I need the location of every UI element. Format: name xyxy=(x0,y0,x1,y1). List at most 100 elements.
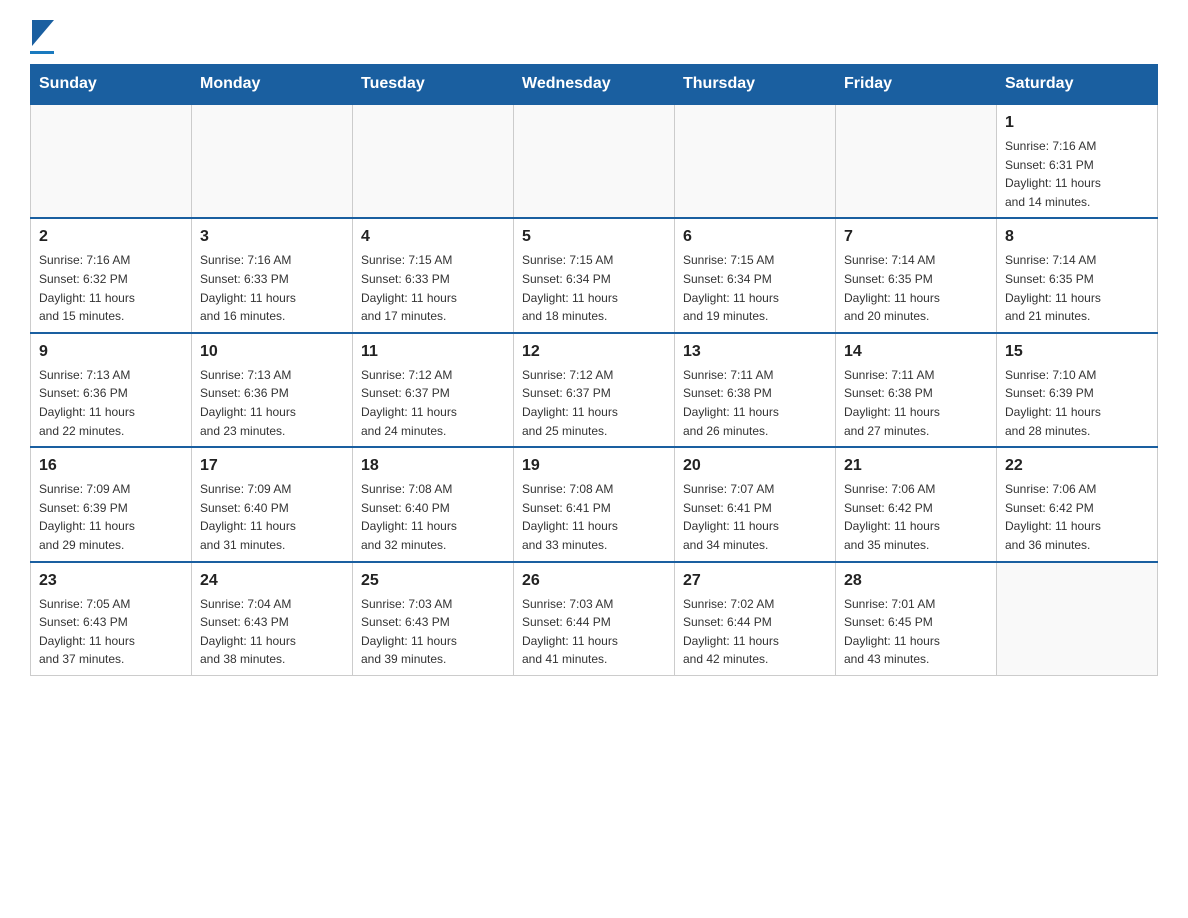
calendar-cell xyxy=(192,104,353,218)
calendar-cell: 24Sunrise: 7:04 AM Sunset: 6:43 PM Dayli… xyxy=(192,562,353,676)
day-number: 20 xyxy=(683,454,827,478)
calendar-cell: 2Sunrise: 7:16 AM Sunset: 6:32 PM Daylig… xyxy=(31,218,192,332)
day-info: Sunrise: 7:04 AM Sunset: 6:43 PM Dayligh… xyxy=(200,595,344,669)
day-info: Sunrise: 7:14 AM Sunset: 6:35 PM Dayligh… xyxy=(844,251,988,325)
day-info: Sunrise: 7:10 AM Sunset: 6:39 PM Dayligh… xyxy=(1005,366,1149,440)
day-info: Sunrise: 7:13 AM Sunset: 6:36 PM Dayligh… xyxy=(200,366,344,440)
day-number: 21 xyxy=(844,454,988,478)
calendar-cell: 6Sunrise: 7:15 AM Sunset: 6:34 PM Daylig… xyxy=(675,218,836,332)
day-number: 23 xyxy=(39,569,183,593)
calendar-table: SundayMondayTuesdayWednesdayThursdayFrid… xyxy=(30,64,1158,676)
calendar-cell: 10Sunrise: 7:13 AM Sunset: 6:36 PM Dayli… xyxy=(192,333,353,447)
calendar-week-row: 23Sunrise: 7:05 AM Sunset: 6:43 PM Dayli… xyxy=(31,562,1158,676)
day-number: 24 xyxy=(200,569,344,593)
day-number: 2 xyxy=(39,225,183,249)
calendar-cell: 21Sunrise: 7:06 AM Sunset: 6:42 PM Dayli… xyxy=(836,447,997,561)
calendar-cell: 8Sunrise: 7:14 AM Sunset: 6:35 PM Daylig… xyxy=(997,218,1158,332)
day-number: 8 xyxy=(1005,225,1149,249)
day-info: Sunrise: 7:16 AM Sunset: 6:31 PM Dayligh… xyxy=(1005,137,1149,211)
logo xyxy=(30,20,54,54)
day-info: Sunrise: 7:12 AM Sunset: 6:37 PM Dayligh… xyxy=(361,366,505,440)
day-number: 11 xyxy=(361,340,505,364)
calendar-cell: 26Sunrise: 7:03 AM Sunset: 6:44 PM Dayli… xyxy=(514,562,675,676)
day-number: 25 xyxy=(361,569,505,593)
calendar-cell: 20Sunrise: 7:07 AM Sunset: 6:41 PM Dayli… xyxy=(675,447,836,561)
calendar-cell: 22Sunrise: 7:06 AM Sunset: 6:42 PM Dayli… xyxy=(997,447,1158,561)
calendar-cell: 18Sunrise: 7:08 AM Sunset: 6:40 PM Dayli… xyxy=(353,447,514,561)
day-number: 10 xyxy=(200,340,344,364)
day-info: Sunrise: 7:15 AM Sunset: 6:33 PM Dayligh… xyxy=(361,251,505,325)
day-info: Sunrise: 7:08 AM Sunset: 6:41 PM Dayligh… xyxy=(522,480,666,554)
day-number: 12 xyxy=(522,340,666,364)
calendar-cell xyxy=(675,104,836,218)
day-info: Sunrise: 7:13 AM Sunset: 6:36 PM Dayligh… xyxy=(39,366,183,440)
calendar-week-row: 16Sunrise: 7:09 AM Sunset: 6:39 PM Dayli… xyxy=(31,447,1158,561)
day-number: 19 xyxy=(522,454,666,478)
day-info: Sunrise: 7:11 AM Sunset: 6:38 PM Dayligh… xyxy=(844,366,988,440)
day-info: Sunrise: 7:06 AM Sunset: 6:42 PM Dayligh… xyxy=(844,480,988,554)
weekday-header-row: SundayMondayTuesdayWednesdayThursdayFrid… xyxy=(31,65,1158,105)
calendar-cell: 9Sunrise: 7:13 AM Sunset: 6:36 PM Daylig… xyxy=(31,333,192,447)
logo-arrow-icon xyxy=(32,20,54,46)
calendar-week-row: 1Sunrise: 7:16 AM Sunset: 6:31 PM Daylig… xyxy=(31,104,1158,218)
weekday-header-wednesday: Wednesday xyxy=(514,65,675,105)
calendar-week-row: 2Sunrise: 7:16 AM Sunset: 6:32 PM Daylig… xyxy=(31,218,1158,332)
day-info: Sunrise: 7:15 AM Sunset: 6:34 PM Dayligh… xyxy=(683,251,827,325)
day-number: 27 xyxy=(683,569,827,593)
day-number: 6 xyxy=(683,225,827,249)
day-info: Sunrise: 7:09 AM Sunset: 6:40 PM Dayligh… xyxy=(200,480,344,554)
calendar-cell: 12Sunrise: 7:12 AM Sunset: 6:37 PM Dayli… xyxy=(514,333,675,447)
calendar-cell xyxy=(997,562,1158,676)
day-number: 18 xyxy=(361,454,505,478)
calendar-cell: 25Sunrise: 7:03 AM Sunset: 6:43 PM Dayli… xyxy=(353,562,514,676)
calendar-header: SundayMondayTuesdayWednesdayThursdayFrid… xyxy=(31,65,1158,105)
calendar-cell xyxy=(836,104,997,218)
calendar-cell: 19Sunrise: 7:08 AM Sunset: 6:41 PM Dayli… xyxy=(514,447,675,561)
day-info: Sunrise: 7:12 AM Sunset: 6:37 PM Dayligh… xyxy=(522,366,666,440)
day-number: 4 xyxy=(361,225,505,249)
weekday-header-thursday: Thursday xyxy=(675,65,836,105)
day-number: 15 xyxy=(1005,340,1149,364)
day-number: 5 xyxy=(522,225,666,249)
calendar-cell: 14Sunrise: 7:11 AM Sunset: 6:38 PM Dayli… xyxy=(836,333,997,447)
weekday-header-tuesday: Tuesday xyxy=(353,65,514,105)
calendar-cell: 16Sunrise: 7:09 AM Sunset: 6:39 PM Dayli… xyxy=(31,447,192,561)
calendar-cell: 28Sunrise: 7:01 AM Sunset: 6:45 PM Dayli… xyxy=(836,562,997,676)
day-info: Sunrise: 7:05 AM Sunset: 6:43 PM Dayligh… xyxy=(39,595,183,669)
day-info: Sunrise: 7:03 AM Sunset: 6:44 PM Dayligh… xyxy=(522,595,666,669)
day-info: Sunrise: 7:02 AM Sunset: 6:44 PM Dayligh… xyxy=(683,595,827,669)
calendar-cell: 7Sunrise: 7:14 AM Sunset: 6:35 PM Daylig… xyxy=(836,218,997,332)
day-info: Sunrise: 7:14 AM Sunset: 6:35 PM Dayligh… xyxy=(1005,251,1149,325)
day-info: Sunrise: 7:11 AM Sunset: 6:38 PM Dayligh… xyxy=(683,366,827,440)
weekday-header-friday: Friday xyxy=(836,65,997,105)
day-number: 17 xyxy=(200,454,344,478)
calendar-cell xyxy=(31,104,192,218)
day-info: Sunrise: 7:16 AM Sunset: 6:32 PM Dayligh… xyxy=(39,251,183,325)
calendar-cell: 4Sunrise: 7:15 AM Sunset: 6:33 PM Daylig… xyxy=(353,218,514,332)
day-info: Sunrise: 7:09 AM Sunset: 6:39 PM Dayligh… xyxy=(39,480,183,554)
day-number: 14 xyxy=(844,340,988,364)
day-number: 26 xyxy=(522,569,666,593)
day-info: Sunrise: 7:01 AM Sunset: 6:45 PM Dayligh… xyxy=(844,595,988,669)
logo-underline xyxy=(30,51,54,54)
day-number: 9 xyxy=(39,340,183,364)
day-number: 28 xyxy=(844,569,988,593)
day-number: 1 xyxy=(1005,111,1149,135)
calendar-cell xyxy=(514,104,675,218)
page-header xyxy=(30,20,1158,54)
calendar-cell: 11Sunrise: 7:12 AM Sunset: 6:37 PM Dayli… xyxy=(353,333,514,447)
calendar-week-row: 9Sunrise: 7:13 AM Sunset: 6:36 PM Daylig… xyxy=(31,333,1158,447)
day-number: 7 xyxy=(844,225,988,249)
day-number: 3 xyxy=(200,225,344,249)
calendar-cell: 5Sunrise: 7:15 AM Sunset: 6:34 PM Daylig… xyxy=(514,218,675,332)
day-info: Sunrise: 7:07 AM Sunset: 6:41 PM Dayligh… xyxy=(683,480,827,554)
day-info: Sunrise: 7:08 AM Sunset: 6:40 PM Dayligh… xyxy=(361,480,505,554)
calendar-cell: 15Sunrise: 7:10 AM Sunset: 6:39 PM Dayli… xyxy=(997,333,1158,447)
weekday-header-sunday: Sunday xyxy=(31,65,192,105)
day-number: 13 xyxy=(683,340,827,364)
weekday-header-saturday: Saturday xyxy=(997,65,1158,105)
day-info: Sunrise: 7:03 AM Sunset: 6:43 PM Dayligh… xyxy=(361,595,505,669)
calendar-cell: 23Sunrise: 7:05 AM Sunset: 6:43 PM Dayli… xyxy=(31,562,192,676)
calendar-cell: 13Sunrise: 7:11 AM Sunset: 6:38 PM Dayli… xyxy=(675,333,836,447)
day-info: Sunrise: 7:15 AM Sunset: 6:34 PM Dayligh… xyxy=(522,251,666,325)
